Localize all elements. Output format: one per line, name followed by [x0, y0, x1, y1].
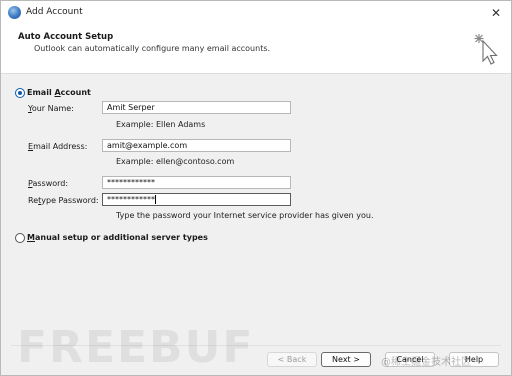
add-account-dialog: Add Account ✕ Auto Account Setup Outlook…	[0, 0, 512, 376]
password-label: Password:	[28, 179, 68, 188]
outlook-app-icon	[8, 6, 21, 19]
password-input[interactable]: ************	[102, 176, 291, 189]
retype-password-value: ************	[107, 195, 155, 204]
email-account-label-text: Email	[27, 88, 55, 97]
email-address-example: Example: ellen@contoso.com	[116, 157, 235, 166]
email-account-label[interactable]: Email Account	[27, 88, 91, 97]
manual-setup-label[interactable]: Manual setup or additional server types	[27, 233, 208, 242]
retype-password-input[interactable]: ************	[102, 193, 291, 206]
wizard-header: Auto Account Setup Outlook can automatic…	[1, 25, 511, 74]
retype-password-label: Retype Password:	[28, 196, 99, 205]
cursor-sparkle-icon	[474, 34, 498, 65]
email-account-radio[interactable]	[15, 88, 25, 98]
text-caret	[155, 195, 156, 204]
retype-password-label-pre: Re	[28, 196, 39, 205]
page-subtitle: Outlook can automatically configure many…	[34, 44, 271, 53]
title-bar: Add Account ✕	[1, 1, 511, 25]
retype-password-label-rest: ype Password:	[41, 196, 99, 205]
next-button[interactable]: Next >	[321, 352, 371, 367]
close-icon[interactable]: ✕	[488, 5, 504, 21]
footer-divider	[11, 345, 501, 346]
freebuf-watermark: FREEBUF	[17, 322, 255, 373]
cancel-button[interactable]: Cancel	[385, 352, 435, 367]
your-name-label-rest: our Name:	[31, 104, 74, 113]
page-title: Auto Account Setup	[18, 32, 114, 42]
your-name-input[interactable]: Amit Serper	[102, 101, 291, 114]
back-button[interactable]: < Back	[267, 352, 317, 367]
your-name-example: Example: Ellen Adams	[116, 120, 206, 129]
email-address-label-rest: mail Address:	[33, 142, 88, 151]
your-name-label: Your Name:	[28, 104, 74, 113]
email-account-label-rest: ccount	[60, 88, 91, 97]
manual-setup-label-rest: anual setup or additional server types	[34, 233, 208, 242]
password-hint: Type the password your Internet service …	[116, 211, 374, 220]
email-address-label: Email Address:	[28, 142, 87, 151]
help-button[interactable]: Help	[449, 352, 499, 367]
password-label-rest: assword:	[32, 179, 69, 188]
manual-setup-radio[interactable]	[15, 233, 25, 243]
window-title: Add Account	[26, 7, 83, 17]
email-address-input[interactable]: amit@example.com	[102, 139, 291, 152]
manual-setup-label-accel: M	[27, 233, 35, 242]
